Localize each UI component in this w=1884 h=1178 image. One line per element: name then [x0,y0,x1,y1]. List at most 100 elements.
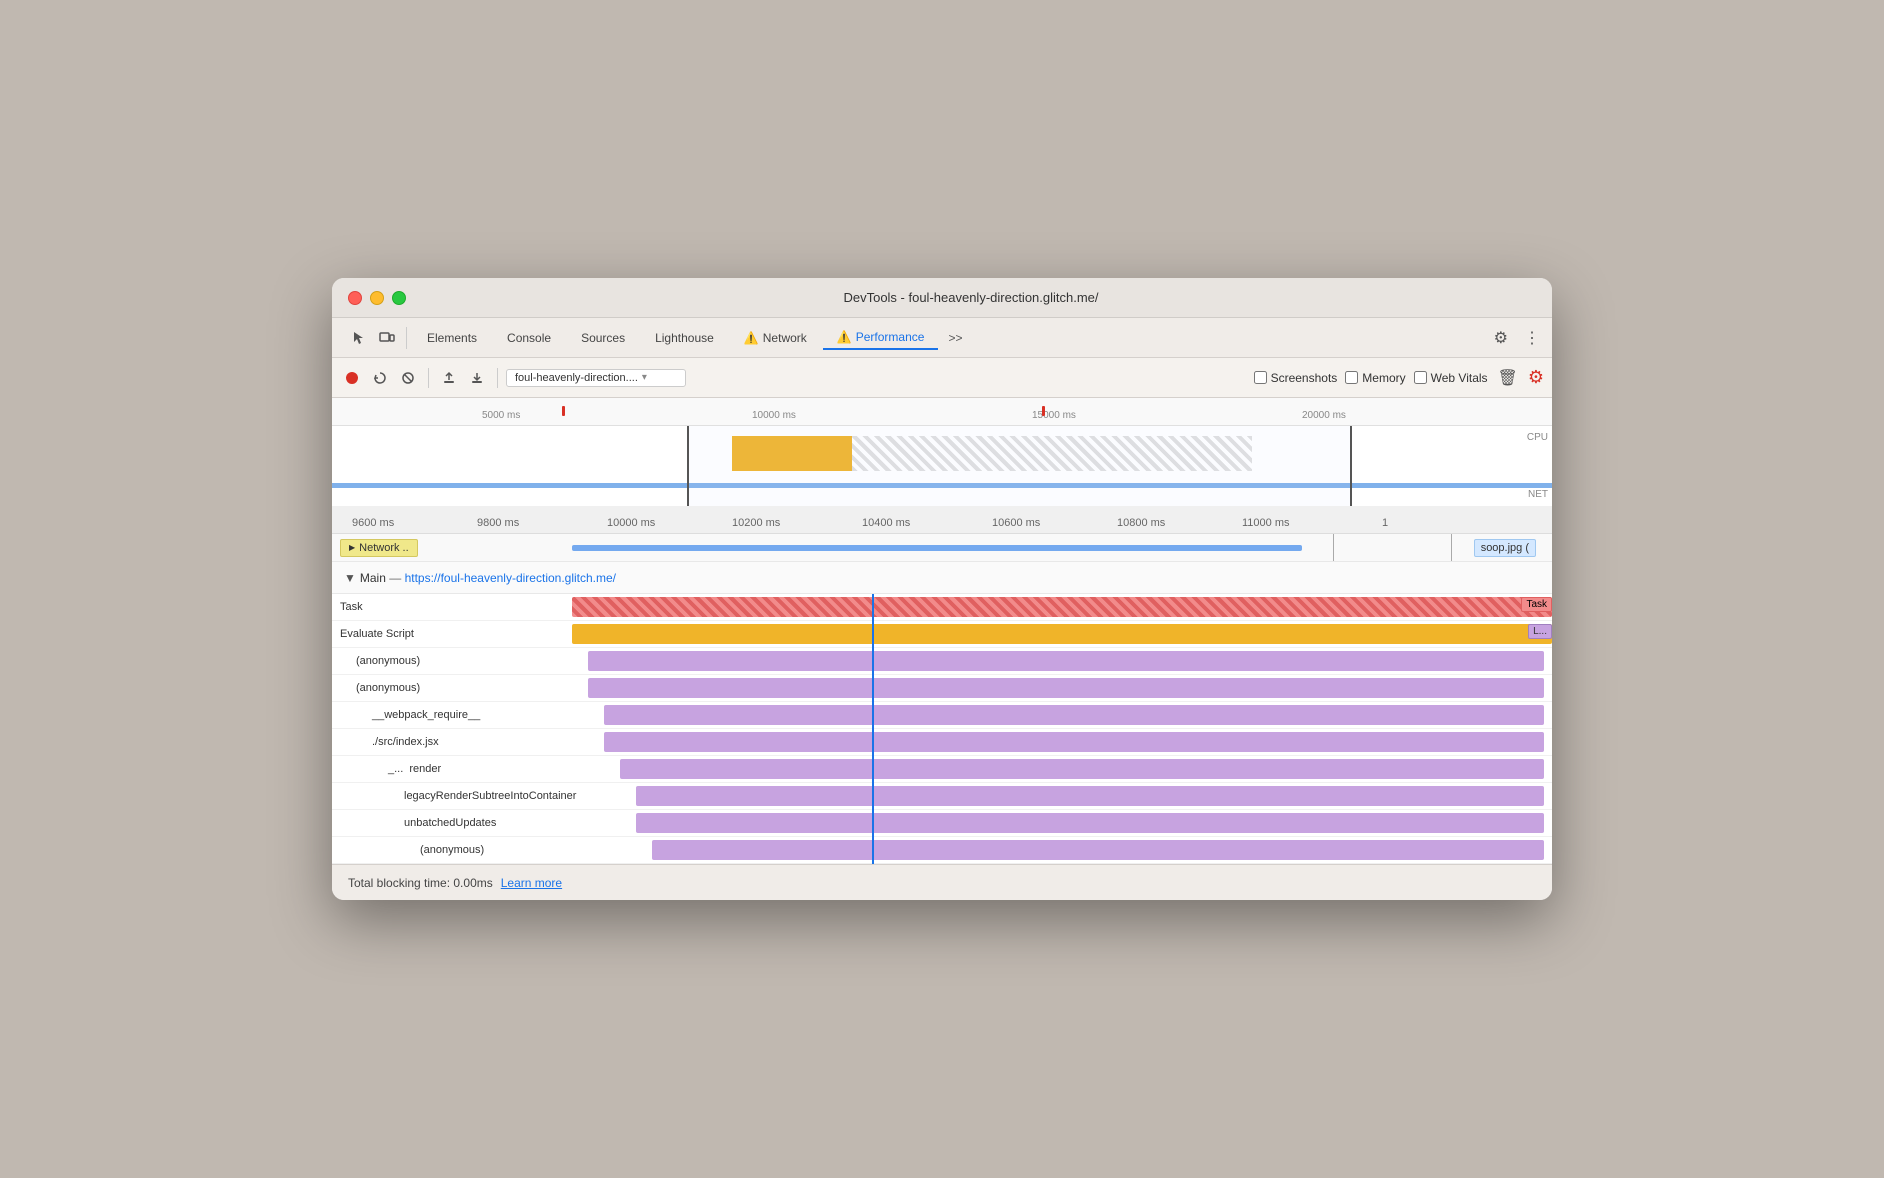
cursor-icon[interactable] [348,327,370,349]
net-label: NET [1528,489,1548,500]
bottom-status-bar: Total blocking time: 0.00ms Learn more [332,864,1552,900]
task-bar-col: Task [572,594,1552,620]
soop-resource-label: soop.jpg ( [1474,539,1536,557]
detail-mark-11000: 11000 ms [1242,517,1290,529]
tab-lighthouse[interactable]: Lighthouse [641,327,728,349]
collapse-arrow-icon[interactable]: ▼ [344,571,356,585]
flame-row-legacy: legacyRenderSubtreeIntoContainer [332,783,1552,810]
webpack-bar [604,705,1544,725]
performance-warning-icon: ⚠️ [837,330,852,344]
performance-toolbar: foul-heavenly-direction.... ▾ Screenshot… [332,358,1552,398]
tab-elements[interactable]: Elements [413,327,491,349]
flamechart-rows-container: Task Task Evaluate Script [332,594,1552,864]
detail-mark-9800: 9800 ms [477,517,519,529]
overview-red-mark-1 [562,406,565,416]
src-label: ./src/index.jsx [332,729,572,755]
url-text: foul-heavenly-direction.... [515,372,638,384]
close-button[interactable] [348,291,362,305]
web-vitals-checkbox-container[interactable]: Web Vitals [1414,371,1488,385]
boundary-line-left [1333,534,1334,561]
network-timing-bar [572,545,1302,551]
boundary-line-right [1451,534,1452,561]
detail-mark-10400: 10400 ms [862,517,910,529]
record-button[interactable] [340,366,364,390]
legacy-bar [636,786,1544,806]
network-track-label[interactable]: ▶ Network .. [340,539,418,557]
overview-mark-5000: 5000 ms [482,410,520,421]
more-options-icon[interactable]: ⋮ [1520,326,1544,350]
download-button[interactable] [465,366,489,390]
render-bar [620,759,1544,779]
tab-performance[interactable]: ⚠️ Performance [823,326,939,350]
devtools-window: DevTools - foul-heavenly-direction.glitc… [332,278,1552,900]
anon-3-label: (anonymous) [332,837,572,863]
capture-settings-button[interactable]: ⚙ [1528,367,1544,388]
toolbar-options: Screenshots Memory Web Vitals 🗑 ⚙ [1254,366,1544,390]
flame-row-task: Task Task [332,594,1552,621]
total-blocking-time-label: Total blocking time: 0.00ms [348,876,493,890]
overview-mark-15000: 15000 ms [1032,410,1076,421]
unbatched-bar [636,813,1544,833]
memory-label: Memory [1362,371,1405,385]
anon-1-bar-col [572,648,1552,674]
overview-mark-20000: 20000 ms [1302,410,1346,421]
main-thread-url: https://foul-heavenly-direction.glitch.m… [405,571,616,585]
toolbar-separator-1 [428,368,429,388]
detail-mark-10000: 10000 ms [607,517,655,529]
unbatched-label: unbatchedUpdates [332,810,572,836]
memory-checkbox[interactable] [1345,371,1358,384]
overview-ruler: 5000 ms 10000 ms 15000 ms 20000 ms [332,398,1552,426]
flame-row-unbatched: unbatchedUpdates [332,810,1552,837]
tab-sources[interactable]: Sources [567,327,639,349]
overview-left-boundary [687,426,689,506]
detail-ruler: 9600 ms 9800 ms 10000 ms 10200 ms 10400 … [332,506,1552,534]
settings-gear-icon[interactable]: ⚙ [1490,326,1512,350]
tab-console[interactable]: Console [493,327,565,349]
flame-row-webpack: __webpack_require__ [332,702,1552,729]
evaluate-extra-label: L... [1528,624,1552,639]
learn-more-link[interactable]: Learn more [501,876,562,890]
cursor-line [872,594,874,864]
minimize-button[interactable] [370,291,384,305]
tab-more[interactable]: >> [940,327,970,349]
expand-triangle-icon: ▶ [349,543,355,552]
title-bar: DevTools - foul-heavenly-direction.glitc… [332,278,1552,318]
delete-recording-button[interactable]: 🗑 [1496,366,1520,390]
anon-2-label: (anonymous) [332,675,572,701]
memory-checkbox-container[interactable]: Memory [1345,371,1405,385]
anon-2-bar-col [572,675,1552,701]
tab-network[interactable]: ⚠️ Network [730,327,821,349]
overview-selection [687,426,1352,506]
tool-icons [340,327,407,349]
maximize-button[interactable] [392,291,406,305]
web-vitals-checkbox[interactable] [1414,371,1427,384]
web-vitals-label: Web Vitals [1431,371,1488,385]
webpack-bar-col [572,702,1552,728]
reload-button[interactable] [368,366,392,390]
url-selector[interactable]: foul-heavenly-direction.... ▾ [506,369,686,387]
timeline-overview[interactable]: CPU NET [332,426,1552,506]
screenshots-checkbox[interactable] [1254,371,1267,384]
detail-mark-10200: 10200 ms [732,517,780,529]
main-thread-header: ▼ Main — https://foul-heavenly-direction… [332,562,1552,594]
task-bar [572,597,1552,617]
main-thread-separator: — [389,571,404,585]
cpu-label: CPU [1527,432,1548,443]
src-bar [604,732,1544,752]
unbatched-bar-col [572,810,1552,836]
anon-1-label: (anonymous) [332,648,572,674]
anon-3-bar [652,840,1544,860]
window-title: DevTools - foul-heavenly-direction.glitc… [406,290,1536,305]
evaluate-bar-col: L... [572,621,1552,647]
screenshots-checkbox-container[interactable]: Screenshots [1254,371,1338,385]
detail-mark-11next: 1 [1382,517,1388,529]
device-toggle-icon[interactable] [376,327,398,349]
tab-bar: Elements Console Sources Lighthouse ⚠️ N… [332,318,1552,358]
task-label: Task [332,594,572,620]
network-label-text: Network .. [359,542,409,554]
clear-button[interactable] [396,366,420,390]
flame-row-src: ./src/index.jsx [332,729,1552,756]
upload-button[interactable] [437,366,461,390]
render-bar-col [572,756,1552,782]
overview-mark-10000: 10000 ms [752,410,796,421]
